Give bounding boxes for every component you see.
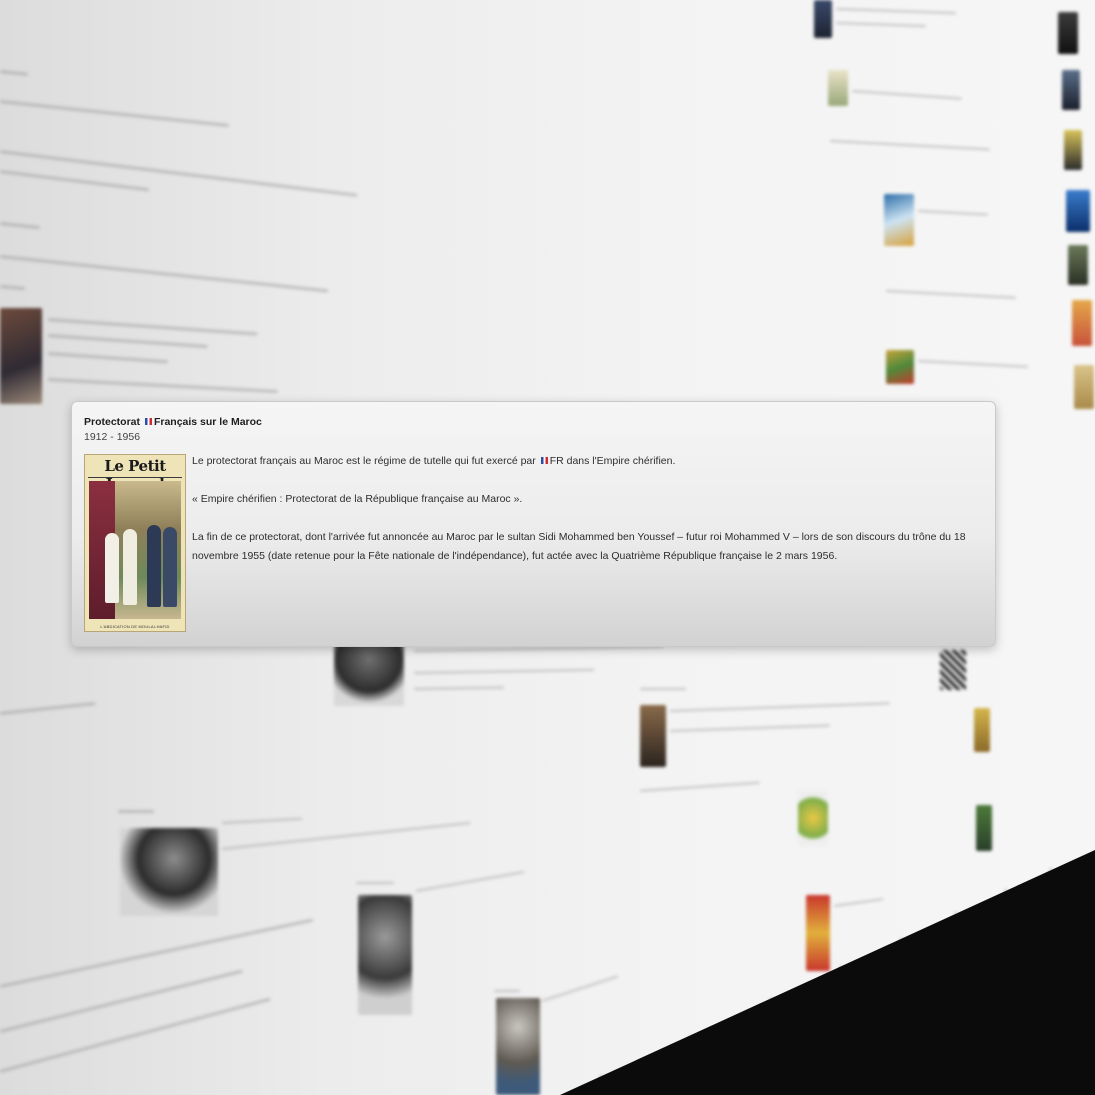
event-thumbnail <box>814 0 832 38</box>
blurred-text <box>0 70 29 76</box>
event-title-prefix: Protectorat <box>84 416 141 428</box>
blurred-text <box>494 990 520 992</box>
blurred-text <box>829 140 990 151</box>
axis-tick <box>955 912 957 917</box>
event-thumbnail <box>640 705 666 767</box>
illustration-figure <box>163 527 177 607</box>
event-thumbnail <box>1074 365 1094 409</box>
blurred-text <box>0 170 150 192</box>
blurred-text <box>47 378 278 394</box>
event-paragraph-end: FR dans l'Empire chérifien. <box>549 455 676 467</box>
blurred-text <box>415 870 525 892</box>
event-thumbnail <box>974 708 990 752</box>
blurred-text <box>0 285 26 291</box>
blurred-text <box>835 22 926 28</box>
blurred-text <box>639 781 760 792</box>
blurred-text <box>541 975 619 1002</box>
axis-tick <box>770 998 772 1003</box>
event-description: Le protectorat français au Maroc est le … <box>192 452 982 585</box>
blurred-text <box>47 334 208 349</box>
blurred-text <box>0 701 96 715</box>
blurred-text <box>835 8 956 15</box>
event-thumbnail <box>886 350 914 384</box>
event-thumbnail <box>976 805 992 851</box>
event-thumbnail <box>0 308 42 404</box>
blurred-text <box>885 290 1016 299</box>
illustration-figure <box>123 529 137 605</box>
event-thumbnail <box>1068 245 1088 285</box>
event-image[interactable]: Le Petit Journal L'ABDICATION DE MOULAI-… <box>84 454 186 632</box>
blurred-text <box>0 100 229 128</box>
blurred-text <box>413 686 505 690</box>
axis-tick <box>1050 868 1052 873</box>
blurred-text <box>669 702 890 712</box>
event-thumbnail <box>120 828 218 916</box>
blurred-text <box>0 255 329 293</box>
axis-tick <box>690 1035 692 1040</box>
axis-tick <box>840 966 842 971</box>
france-flag-icon <box>144 418 152 425</box>
blurred-text <box>47 352 168 364</box>
blurred-text <box>221 817 302 824</box>
blurred-text <box>0 997 271 1073</box>
event-popup[interactable]: Protectorat Français sur le Maroc 1912 -… <box>71 401 996 647</box>
masthead-rule <box>88 477 182 478</box>
axis-tick <box>1005 889 1007 894</box>
blurred-text <box>413 668 594 674</box>
event-thumbnail <box>496 998 540 1095</box>
timeline-viewport: Protectorat Français sur le Maroc 1912 -… <box>0 0 1095 1095</box>
event-dates: 1912 - 1956 <box>84 431 141 443</box>
blurred-text <box>356 882 394 884</box>
blurred-text <box>833 898 884 907</box>
event-thumbnail <box>358 895 412 1015</box>
axis-tick <box>900 938 902 943</box>
blurred-text <box>0 150 358 197</box>
event-thumbnail <box>1062 70 1080 110</box>
blurred-text <box>0 222 40 230</box>
event-title-suffix: Français sur le Maroc <box>153 416 262 428</box>
newspaper-caption: L'ABDICATION DE MOULAI-HAFID <box>100 624 170 629</box>
event-title: Protectorat Français sur le Maroc <box>84 416 262 428</box>
event-thumbnail <box>828 70 848 106</box>
axis-tick <box>600 1075 602 1080</box>
event-thumbnail <box>1066 190 1090 232</box>
event-thumbnail <box>1072 300 1092 346</box>
event-paragraph-start: Le protectorat français au Maroc est le … <box>192 455 536 467</box>
event-paragraph: « Empire chérifien : Protectorat de la R… <box>192 493 523 505</box>
blurred-text <box>669 724 830 732</box>
blurred-text <box>640 688 686 690</box>
event-thumbnail <box>884 194 914 246</box>
event-thumbnail <box>940 650 966 690</box>
illustration-figure <box>105 533 119 603</box>
blurred-text <box>47 318 258 336</box>
blurred-text <box>917 360 1028 368</box>
event-thumbnail <box>1058 12 1078 54</box>
blurred-text <box>221 821 471 850</box>
france-flag-icon <box>540 457 548 464</box>
illustration-scene <box>89 481 181 619</box>
blurred-text <box>851 90 962 100</box>
illustration-figure <box>147 525 161 607</box>
event-thumbnail <box>798 790 828 846</box>
blurred-text <box>118 810 154 813</box>
blurred-text <box>0 918 314 988</box>
event-thumbnail <box>806 895 830 971</box>
event-paragraph: La fin de ce protectorat, dont l'arrivée… <box>192 531 966 562</box>
event-paragraph: Le protectorat français au Maroc est le … <box>192 452 982 471</box>
event-thumbnail <box>1064 130 1082 170</box>
blurred-text <box>917 210 988 216</box>
